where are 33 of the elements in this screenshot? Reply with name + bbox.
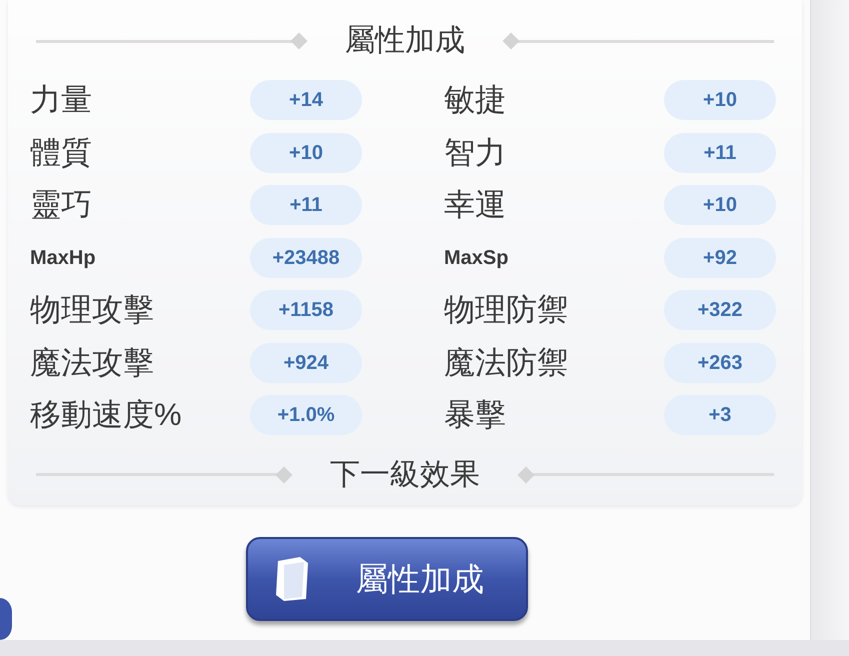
- stat-label: 敏捷: [444, 81, 507, 119]
- stat-value: +10: [250, 132, 362, 173]
- stat-label: 智力: [444, 134, 507, 172]
- stat-value: +92: [664, 238, 776, 278]
- stat-value: +23488: [250, 238, 362, 278]
- stat-label: 物理攻擊: [30, 291, 155, 329]
- stat-label: MaxSp: [444, 246, 510, 271]
- stat-label: 力量: [30, 81, 93, 119]
- stat-label: 魔法防禦: [444, 344, 569, 382]
- section-title: 屬性加成: [344, 26, 466, 56]
- stat-value: +322: [664, 290, 776, 330]
- stat-label: 幸運: [444, 186, 507, 224]
- stat-label: 魔法攻擊: [30, 344, 155, 382]
- stat-value: +11: [664, 132, 776, 173]
- stat-label: 體質: [30, 134, 93, 172]
- stat-value: +10: [664, 80, 776, 120]
- section-title: 下一級效果: [329, 460, 481, 490]
- scrollbar[interactable]: [810, 0, 849, 640]
- stat-label: 物理防禦: [444, 291, 569, 329]
- stat-value: +263: [664, 342, 776, 383]
- stat-value: +1.0%: [250, 395, 362, 436]
- stat-value: +14: [250, 80, 362, 120]
- stat-value: +924: [250, 342, 362, 383]
- stat-value: +10: [664, 185, 776, 226]
- stat-value: +3: [664, 395, 776, 436]
- stat-value: +11: [250, 185, 362, 226]
- stat-value: +1158: [250, 290, 362, 330]
- stat-label: MaxHp: [30, 246, 97, 271]
- attribute-bonus-button[interactable]: 屬性加成: [246, 537, 528, 621]
- stat-label: 移動速度%: [30, 396, 183, 434]
- stat-label: 暴擊: [444, 396, 507, 434]
- round-button[interactable]: [0, 598, 14, 640]
- stat-label: 靈巧: [30, 186, 93, 224]
